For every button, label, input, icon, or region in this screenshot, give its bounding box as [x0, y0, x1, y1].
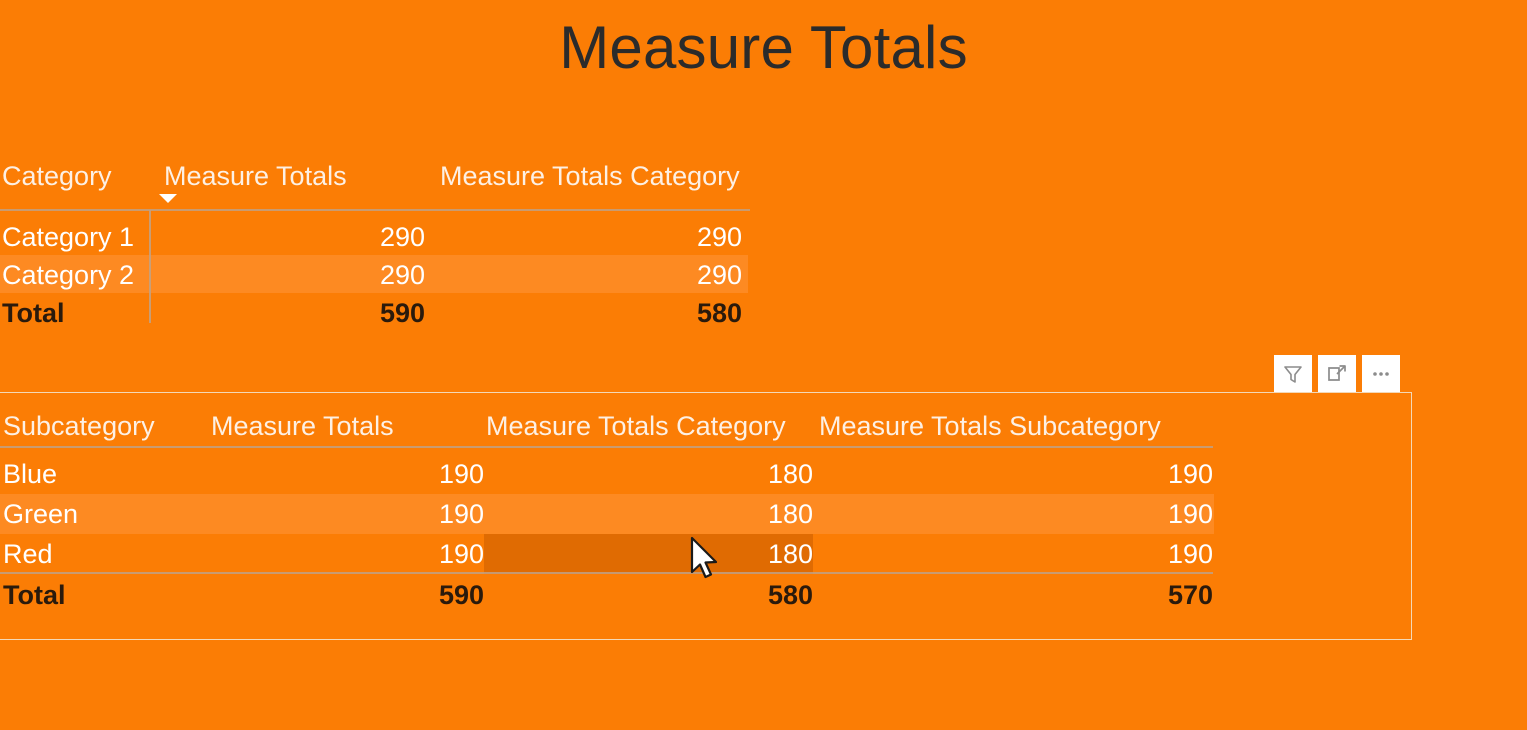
subcategory-matrix-visual[interactable]: Subcategory Measure Totals Measure Total… [0, 392, 1412, 640]
cell-measure-totals-subcategory[interactable]: 190 [813, 459, 1213, 490]
cell-measure-totals[interactable]: 290 [150, 222, 425, 253]
page-title: Measure Totals [559, 14, 968, 81]
cell-measure-totals[interactable]: 190 [211, 459, 484, 490]
filter-icon [1282, 363, 1304, 385]
table-header-row: Subcategory Measure Totals Measure Total… [0, 403, 1173, 449]
matrix-table: Category Measure Totals Measure Totals C… [0, 150, 780, 340]
total-measure-totals-category: 580 [696, 297, 742, 328]
visual-header-toolbar[interactable] [1274, 355, 1400, 393]
column-header-measure-totals-category[interactable]: Measure Totals Category [435, 161, 775, 192]
focus-mode-icon [1326, 363, 1348, 385]
table-row[interactable]: Green 190 180 190 [0, 494, 1213, 534]
cell-measure-totals[interactable]: 290 [150, 260, 425, 291]
total-label: Total [2, 297, 65, 328]
row-label[interactable]: Category 2 [0, 260, 150, 291]
cell-measure-totals-category[interactable]: 180 [484, 459, 813, 490]
header-separator [0, 446, 1213, 448]
column-header-measure-totals[interactable]: Measure Totals [211, 411, 486, 442]
more-options-icon [1370, 363, 1392, 385]
table-row[interactable]: Blue 190 180 190 [0, 454, 1213, 494]
header-separator [0, 209, 750, 211]
row-label[interactable]: Red [0, 539, 211, 570]
more-options-button[interactable] [1362, 355, 1400, 393]
row-label[interactable]: Category 1 [0, 222, 150, 253]
cell-measure-totals[interactable]: 190 [211, 499, 484, 530]
cell-measure-totals-category[interactable]: 290 [425, 260, 742, 291]
total-label: Total [3, 579, 66, 610]
total-measure-totals-category: 580 [767, 579, 813, 610]
column-header-measure-totals-category[interactable]: Measure Totals Category [486, 411, 813, 442]
column-header-measure-totals[interactable]: Measure Totals [150, 161, 435, 192]
sort-descending-icon[interactable] [159, 194, 177, 203]
table-total-row[interactable]: Total 590 580 570 [0, 574, 1213, 616]
column-header-subcategory[interactable]: Subcategory [0, 411, 211, 442]
total-measure-totals: 590 [438, 579, 484, 610]
cell-measure-totals-category[interactable]: 180 [484, 499, 813, 530]
cell-measure-totals-category[interactable]: 290 [425, 222, 742, 253]
table-header-row: Category Measure Totals Measure Totals C… [0, 150, 775, 202]
table-row[interactable]: Category 1 290 290 [0, 218, 742, 256]
table-row[interactable]: Red 190 180 190 [0, 534, 1213, 574]
total-measure-totals-subcategory: 570 [1167, 579, 1213, 610]
table-row[interactable]: Category 2 290 290 [0, 256, 742, 294]
matrix-table: Subcategory Measure Totals Measure Total… [0, 393, 1411, 639]
focus-mode-button[interactable] [1318, 355, 1356, 393]
total-measure-totals: 590 [379, 297, 425, 328]
cell-measure-totals-category[interactable]: 180 [484, 539, 813, 570]
column-header-category[interactable]: Category [0, 161, 150, 192]
table-total-row[interactable]: Total 590 580 [0, 294, 742, 332]
report-page: Measure Totals Category Measure Totals M… [0, 0, 1527, 730]
row-label[interactable]: Blue [0, 459, 211, 490]
cell-measure-totals[interactable]: 190 [211, 539, 484, 570]
category-matrix-visual[interactable]: Category Measure Totals Measure Totals C… [0, 150, 780, 340]
cell-measure-totals-subcategory[interactable]: 190 [813, 499, 1213, 530]
filter-button[interactable] [1274, 355, 1312, 393]
cell-measure-totals-subcategory[interactable]: 190 [813, 539, 1213, 570]
column-header-measure-totals-subcategory[interactable]: Measure Totals Subcategory [813, 411, 1173, 442]
row-label[interactable]: Green [0, 499, 211, 530]
